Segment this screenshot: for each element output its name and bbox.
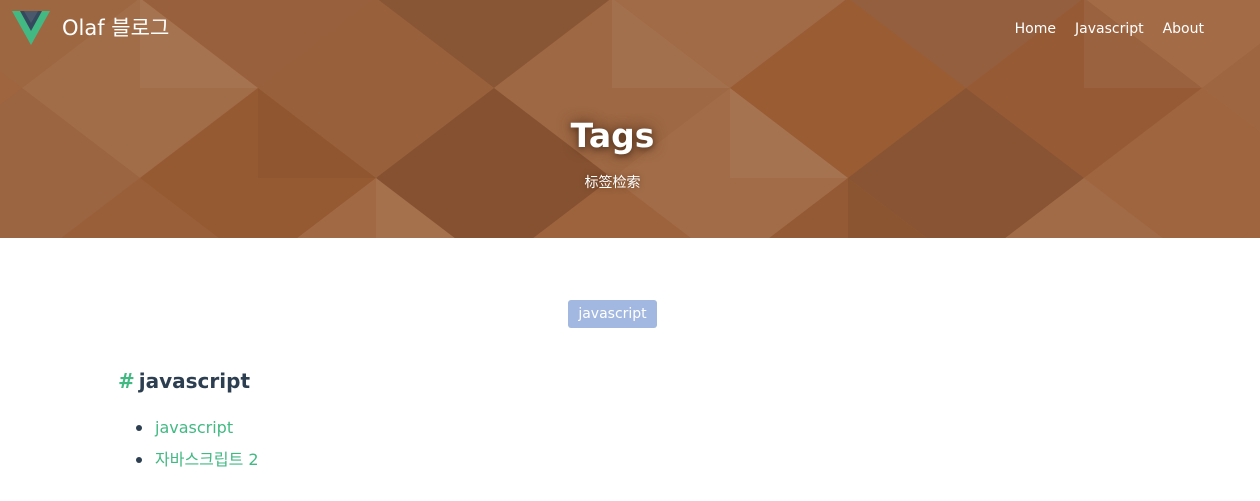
post-list: javascript 자바스크립트 2 xyxy=(136,416,259,480)
section-heading-label: javascript xyxy=(138,369,251,393)
nav-about-link[interactable]: About xyxy=(1163,19,1204,39)
site-title: Olaf 블로그 xyxy=(62,16,170,40)
nav-javascript-link[interactable]: Javascript xyxy=(1075,19,1144,39)
tag-cloud: javascript xyxy=(0,300,1225,328)
tag-section-javascript: # javascript javascript 자바스크립트 2 xyxy=(118,366,1018,469)
page-subtitle: 标签检索 xyxy=(584,175,641,191)
main-nav: Home Javascript About xyxy=(1015,19,1204,39)
hash-icon: # xyxy=(118,369,135,393)
vue-logo-icon xyxy=(12,11,50,45)
brand-link[interactable]: Olaf 블로그 xyxy=(12,10,169,46)
tag-pill-javascript[interactable]: javascript xyxy=(568,300,657,328)
navbar: Olaf 블로그 Home Javascript About xyxy=(0,0,1260,58)
bullet-icon xyxy=(136,425,142,431)
bullet-icon xyxy=(136,457,142,463)
post-link[interactable]: javascript xyxy=(155,418,233,437)
list-item: 자바스크립트 2 xyxy=(136,448,259,480)
post-link[interactable]: 자바스크립트 2 xyxy=(155,450,259,469)
list-item: javascript xyxy=(136,416,259,448)
hero-banner: Olaf 블로그 Home Javascript About Tags 标签检索 xyxy=(0,0,1260,238)
page-title: Tags xyxy=(570,116,655,155)
section-heading: # javascript xyxy=(118,366,1018,396)
nav-home-link[interactable]: Home xyxy=(1015,19,1056,39)
